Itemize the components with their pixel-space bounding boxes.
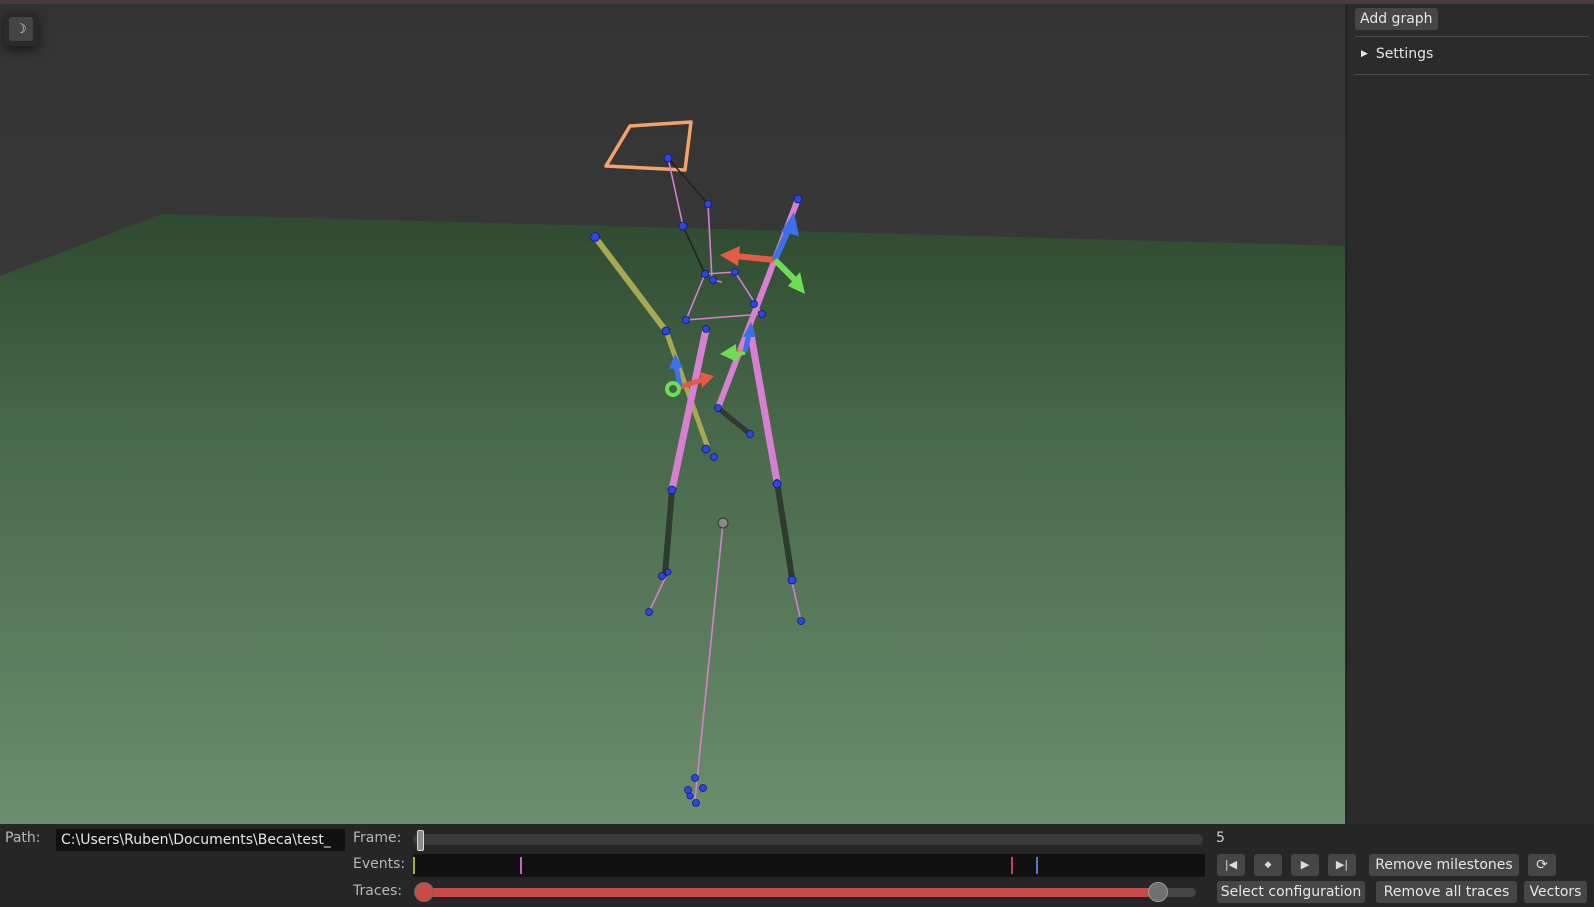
side-panel-divider	[1355, 74, 1589, 75]
diamond-icon[interactable]: ◆	[1254, 854, 1282, 876]
event-marker[interactable]	[1011, 857, 1013, 874]
traces-label: Traces:	[353, 883, 403, 899]
event-marker[interactable]	[413, 857, 415, 874]
path-field[interactable]: C:\Users\Ruben\Documents\Beca\test_	[56, 829, 345, 851]
vectors-button[interactable]: Vectors	[1524, 881, 1587, 903]
frame-value: 5	[1216, 830, 1225, 846]
play-icon[interactable]: ▶	[1291, 854, 1319, 876]
frame-label: Frame:	[353, 830, 402, 846]
3d-viewport[interactable]: ☽	[0, 4, 1345, 824]
skip-back-icon[interactable]: |◀	[1217, 854, 1245, 876]
side-panel-divider	[1355, 36, 1589, 37]
refresh-icon[interactable]: ⟳	[1528, 854, 1556, 876]
moon-icon: ☽	[9, 17, 33, 41]
skip-forward-icon[interactable]: ▶|	[1328, 854, 1356, 876]
traces-range-slider[interactable]	[414, 882, 1196, 902]
traces-end-handle[interactable]	[1148, 882, 1168, 902]
3d-scene[interactable]	[0, 4, 1345, 824]
traces-start-handle[interactable]	[414, 882, 434, 902]
center-of-mass-marker	[717, 517, 729, 529]
path-label: Path:	[5, 830, 41, 846]
side-panel: Add graph ▶ Settings	[1346, 4, 1594, 824]
frame-slider[interactable]	[413, 830, 1203, 851]
triangle-right-icon: ▶	[1361, 49, 1368, 59]
settings-label: Settings	[1375, 46, 1434, 62]
add-graph-button[interactable]: Add graph	[1355, 8, 1438, 30]
events-label: Events:	[353, 856, 406, 872]
frame-slider-handle[interactable]	[417, 830, 424, 851]
event-marker[interactable]	[520, 857, 522, 874]
traces-range-fill	[423, 888, 1157, 897]
remove-milestones-button[interactable]: Remove milestones	[1369, 854, 1519, 876]
remove-all-traces-button[interactable]: Remove all traces	[1376, 881, 1517, 903]
events-timeline[interactable]	[413, 854, 1205, 877]
bottom-control-bar: Path: C:\Users\Ruben\Documents\Beca\test…	[0, 824, 1594, 907]
event-marker[interactable]	[1036, 857, 1038, 874]
theme-toggle-button[interactable]: ☽	[4, 12, 38, 46]
select-configuration-button[interactable]: Select configuration	[1217, 881, 1365, 903]
settings-collapsible[interactable]: ▶ Settings	[1361, 46, 1433, 62]
